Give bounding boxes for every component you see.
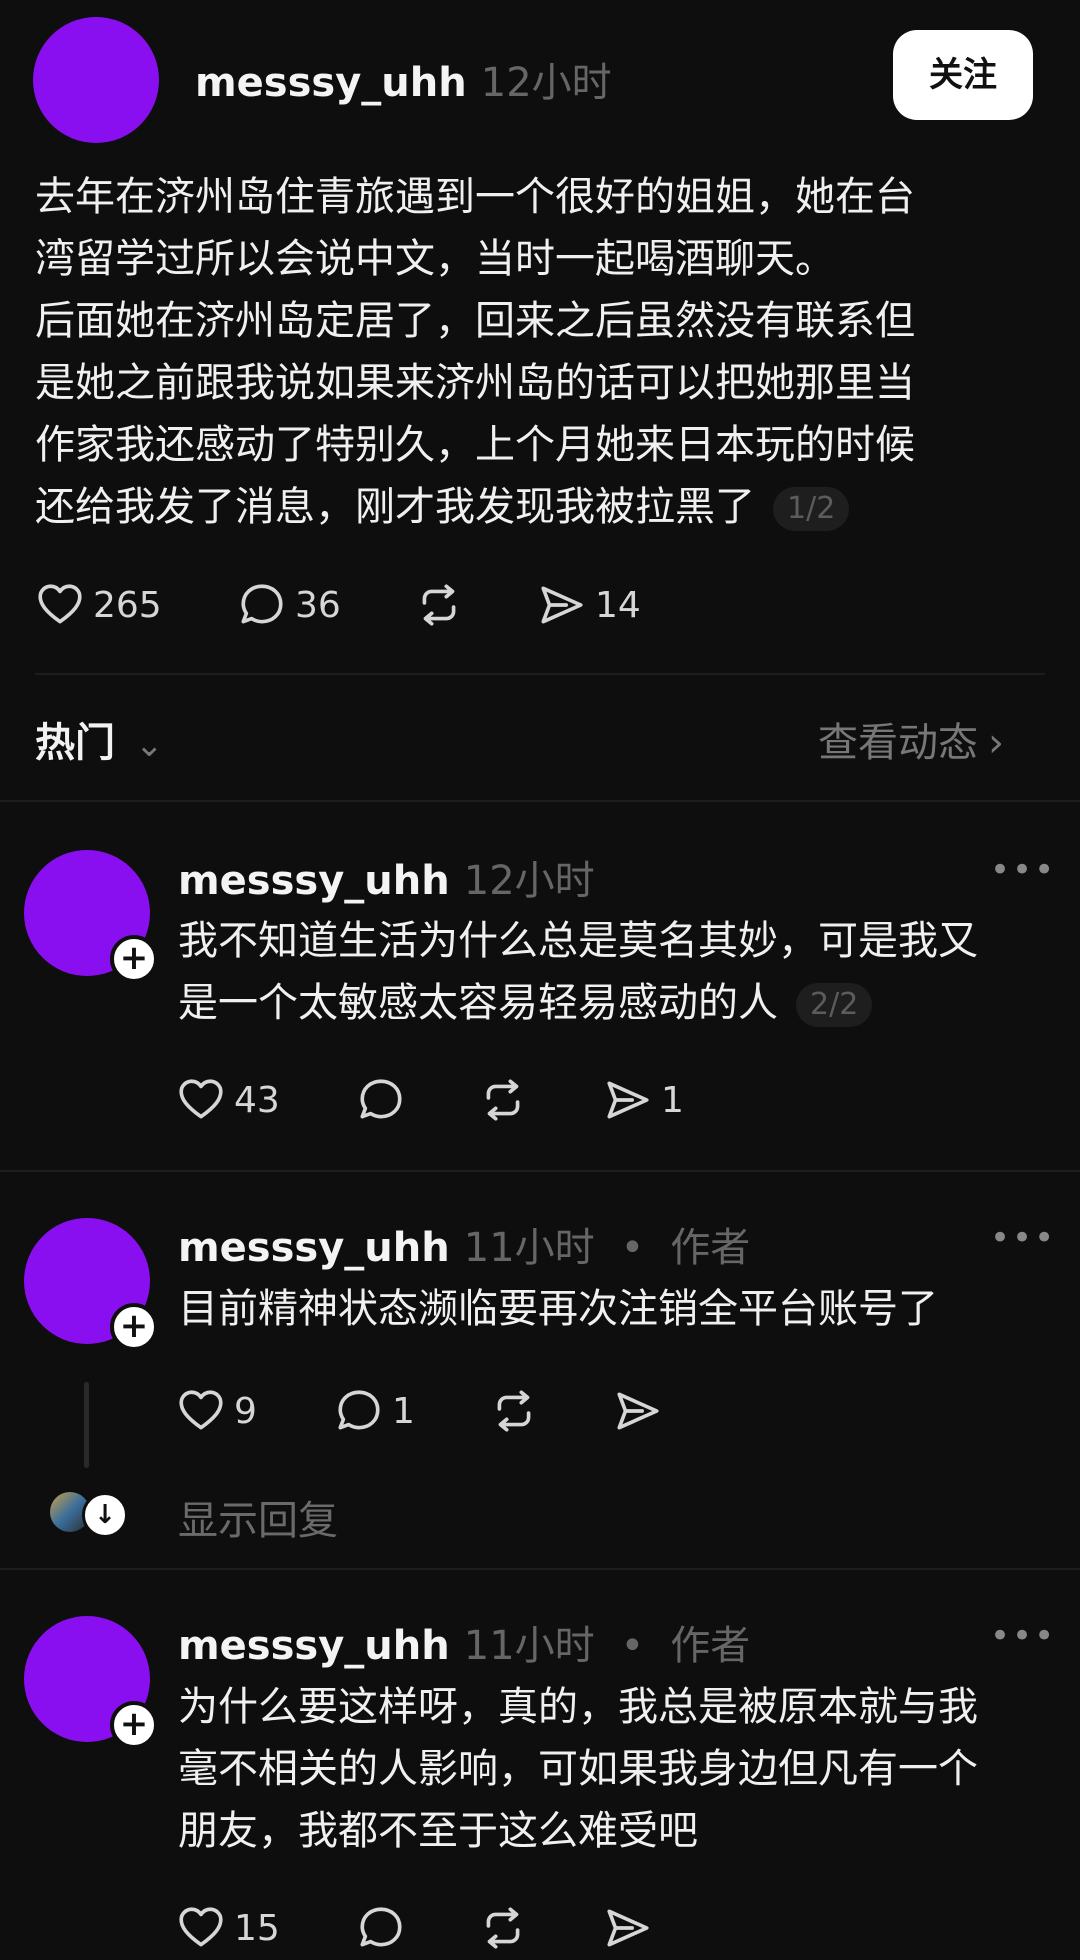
more-options-icon[interactable]: ••• — [990, 1616, 1056, 1656]
comment-button[interactable]: 1 — [334, 1386, 415, 1436]
comment-icon — [356, 1075, 406, 1125]
reply-body: 我不知道生活为什么总是莫名其妙，可是我又 是一个太敏感太容易轻易感动的人 2/2 — [178, 910, 1058, 1034]
post-header: messsy_uhh 12小时 — [195, 50, 612, 108]
like-button[interactable]: 15 — [176, 1903, 280, 1953]
reply-line: 毫不相关的人影响，可如果我身边但凡有一个 — [178, 1746, 978, 1792]
follow-plus-icon[interactable]: + — [110, 935, 158, 983]
divider — [0, 800, 1080, 802]
username[interactable]: messsy_uhh — [178, 1225, 450, 1271]
username[interactable]: messsy_uhh — [178, 858, 450, 904]
post-line: 作家我还感动了特别久，上个月她来日本玩的时候 — [35, 422, 915, 468]
repost-button[interactable] — [489, 1386, 547, 1436]
follow-plus-icon[interactable]: + — [110, 1303, 158, 1351]
repost-icon — [478, 1903, 528, 1953]
view-activity-label: 查看动态 — [818, 720, 978, 766]
chevron-right-icon: › — [988, 720, 1004, 766]
more-options-icon[interactable]: ••• — [990, 1218, 1056, 1258]
sort-dropdown[interactable]: 热门 ⌄ — [35, 710, 163, 768]
comment-count: 36 — [295, 584, 341, 626]
reply-line: 为什么要这样呀，真的，我总是被原本就与我 — [178, 1684, 978, 1730]
comment-icon — [334, 1386, 384, 1436]
separator-dot: • — [620, 1623, 645, 1669]
timestamp: 11小时 — [463, 1225, 595, 1271]
comment-button[interactable]: 36 — [237, 580, 341, 630]
share-button[interactable]: 1 — [603, 1075, 684, 1125]
send-icon — [603, 1903, 653, 1953]
author-badge: 作者 — [670, 1623, 751, 1669]
repost-icon — [414, 580, 464, 630]
post-body: 去年在济州岛住青旅遇到一个很好的姐姐，她在台 湾留学过所以会说中文，当时一起喝酒… — [35, 166, 1055, 538]
send-icon — [613, 1386, 663, 1436]
heart-icon — [176, 1386, 226, 1436]
arrow-down-icon[interactable]: ↓ — [82, 1492, 128, 1538]
share-count: 14 — [595, 584, 641, 626]
reply-body: 目前精神状态濒临要再次注销全平台账号了 — [178, 1278, 1058, 1340]
reply-header: messsy_uhh 12小时 — [178, 848, 595, 906]
chevron-down-icon: ⌄ — [134, 725, 164, 765]
timestamp: 12小时 — [463, 858, 595, 904]
sort-label: 热门 — [35, 720, 115, 766]
separator-dot: • — [620, 1225, 645, 1271]
reply-header: messsy_uhh 11小时 • 作者 — [178, 1613, 750, 1671]
share-button[interactable] — [603, 1903, 661, 1953]
reply-line: 朋友，我都不至于这么难受吧 — [178, 1808, 698, 1854]
avatar[interactable] — [33, 17, 159, 143]
heart-icon — [176, 1903, 226, 1953]
reply-body: 为什么要这样呀，真的，我总是被原本就与我 毫不相关的人影响，可如果我身边但凡有一… — [178, 1676, 1058, 1862]
divider — [0, 1568, 1080, 1570]
share-count: 1 — [661, 1079, 684, 1121]
reply-line: 是一个太敏感太容易轻易感动的人 2/2 — [178, 972, 1058, 1034]
send-icon — [603, 1075, 653, 1125]
username[interactable]: messsy_uhh — [195, 60, 467, 106]
comment-icon — [237, 580, 287, 630]
page-indicator: 1/2 — [773, 487, 850, 531]
post-line: 去年在济州岛住青旅遇到一个很好的姐姐，她在台 — [35, 174, 915, 220]
divider — [35, 673, 1045, 675]
like-button[interactable]: 43 — [176, 1075, 280, 1125]
timestamp: 12小时 — [480, 60, 612, 106]
repost-button[interactable] — [414, 580, 472, 630]
like-count: 9 — [234, 1390, 257, 1432]
send-icon — [537, 580, 587, 630]
follow-button[interactable]: 关注 — [893, 30, 1033, 120]
show-replies-link[interactable]: 显示回复 — [178, 1488, 338, 1546]
reply-line: 目前精神状态濒临要再次注销全平台账号了 — [178, 1286, 938, 1332]
repost-icon — [478, 1075, 528, 1125]
share-button[interactable]: 14 — [537, 580, 641, 630]
like-count: 265 — [93, 584, 162, 626]
heart-icon — [35, 580, 85, 630]
share-button[interactable] — [613, 1386, 671, 1436]
author-badge: 作者 — [670, 1225, 751, 1271]
comment-button[interactable] — [356, 1075, 414, 1125]
like-button[interactable]: 265 — [35, 580, 162, 630]
reply-line: 我不知道生活为什么总是莫名其妙，可是我又 — [178, 918, 978, 964]
reply-header: messsy_uhh 11小时 • 作者 — [178, 1215, 750, 1273]
page-indicator: 2/2 — [796, 983, 873, 1027]
repost-button[interactable] — [478, 1903, 536, 1953]
like-button[interactable]: 9 — [176, 1386, 257, 1436]
follow-plus-icon[interactable]: + — [110, 1701, 158, 1749]
post-line: 后面她在济州岛定居了，回来之后虽然没有联系但 — [35, 298, 915, 344]
comment-button[interactable] — [356, 1903, 414, 1953]
view-activity-link[interactable]: 查看动态 › — [818, 710, 1004, 768]
like-count: 43 — [234, 1079, 280, 1121]
divider — [0, 1170, 1080, 1172]
more-options-icon[interactable]: ••• — [990, 850, 1056, 890]
thread-line — [84, 1382, 89, 1468]
timestamp: 11小时 — [463, 1623, 595, 1669]
heart-icon — [176, 1075, 226, 1125]
post-line: 湾留学过所以会说中文，当时一起喝酒聊天。 — [35, 236, 835, 282]
repost-icon — [489, 1386, 539, 1436]
like-count: 15 — [234, 1907, 280, 1949]
comment-count: 1 — [392, 1390, 415, 1432]
username[interactable]: messsy_uhh — [178, 1623, 450, 1669]
post-line: 是她之前跟我说如果来济州岛的话可以把她那里当 — [35, 360, 915, 406]
repost-button[interactable] — [478, 1075, 536, 1125]
comment-icon — [356, 1903, 406, 1953]
post-line: 还给我发了消息，刚才我发现我被拉黑了 1/2 — [35, 476, 1055, 538]
